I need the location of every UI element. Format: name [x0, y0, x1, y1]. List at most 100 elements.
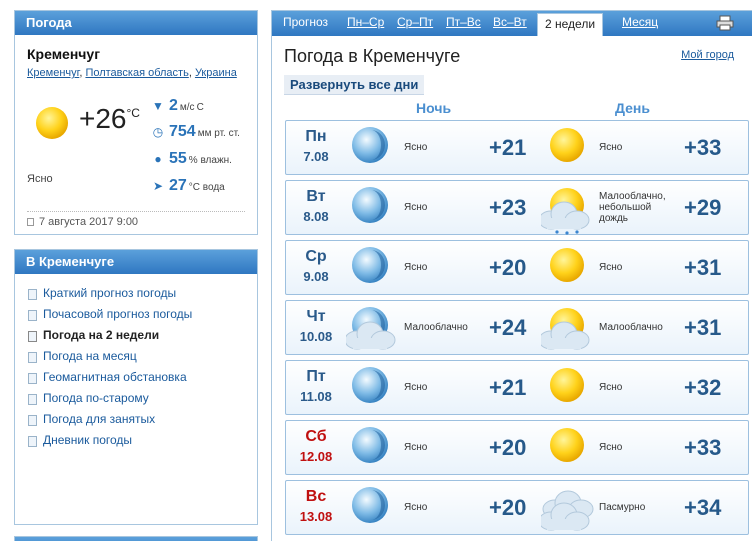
day-condition: Ясно — [599, 142, 623, 153]
sun-cloud-icon — [541, 308, 590, 350]
forecast-day-row[interactable]: Вс 13.08 Ясно +20 Пасмурно +34 — [285, 480, 749, 535]
city-menu-item[interactable]: Погода на месяц — [27, 346, 192, 367]
weekday: Чт — [306, 308, 326, 325]
breadcrumb-city[interactable]: Кременчуг — [27, 67, 79, 79]
moon-icon — [352, 247, 388, 283]
forecast-tabs: Прогноз Пн–Ср Ср–Пт Пт–Вс Вс–Вт 2 недели… — [272, 11, 752, 36]
weekday: Ср — [305, 248, 327, 265]
current-weather-header: Погода — [15, 11, 257, 35]
moon-icon — [352, 427, 388, 463]
city-menu-item[interactable]: Погода на 2 недели — [27, 325, 192, 346]
pressure-gauge-icon: ◷ — [152, 125, 164, 139]
forecast-title: Погода в Кременчуге — [284, 46, 461, 66]
moon-icon — [352, 127, 388, 163]
night-condition: Ясно — [404, 442, 428, 453]
moon-icon — [352, 367, 388, 403]
weekday: Сб — [305, 428, 327, 445]
sun-icon — [36, 107, 68, 139]
water-temp-readout: ➤ 27 °C вода — [152, 177, 225, 194]
date: 13.08 — [299, 509, 333, 524]
forecast-day-row[interactable]: Сб 12.08 Ясно +20 Ясно +33 — [285, 420, 749, 475]
night-temperature: +23 — [489, 195, 527, 220]
day-column-header: День — [615, 100, 650, 116]
tab-month[interactable]: Месяц — [622, 15, 658, 29]
forecast-day-row[interactable]: Пн 7.08 Ясно +21 Ясно +33 — [285, 120, 749, 175]
tab-wed-fri[interactable]: Ср–Пт — [397, 15, 433, 29]
night-temperature: +24 — [489, 315, 527, 340]
night-condition: Малооблачно — [404, 322, 468, 333]
day-condition: Ясно — [599, 442, 623, 453]
moon-icon — [352, 187, 388, 223]
date: 12.08 — [299, 449, 333, 464]
day-condition: Ясно — [599, 262, 623, 273]
tab-sun-tue[interactable]: Вс–Вт — [493, 15, 527, 29]
weekday: Вс — [305, 488, 327, 505]
updated-date: 7 августа 2017 9:00 — [27, 211, 245, 228]
night-condition: Ясно — [404, 382, 428, 393]
forecast-day-row[interactable]: Пт 11.08 Ясно +21 Ясно +32 — [285, 360, 749, 415]
day-temperature: +33 — [684, 435, 722, 460]
my-city-link[interactable]: Мой город — [681, 49, 734, 61]
city-menu-item[interactable]: Дневник погоды — [27, 430, 192, 451]
city-name: Кременчуг — [27, 46, 101, 62]
day-temperature: +31 — [684, 315, 722, 340]
clouds-icon — [541, 490, 594, 531]
city-menu-item[interactable]: Почасовой прогноз погоды — [27, 304, 192, 325]
weekday: Вт — [306, 188, 326, 205]
night-temperature: +21 — [489, 375, 527, 400]
breadcrumb: Кременчуг, Полтавская область, Украина — [27, 67, 237, 79]
humidity-readout: ● 55% влажн. — [151, 150, 232, 168]
bottom-panel — [14, 536, 258, 541]
pressure-readout: ◷ 754 мм рт. ст. — [152, 123, 240, 140]
day-temperature: +34 — [684, 495, 722, 520]
print-icon[interactable] — [716, 15, 734, 31]
day-temperature: +33 — [684, 135, 722, 160]
calendar-icon — [27, 218, 34, 226]
tabs-label: Прогноз — [283, 15, 329, 29]
city-menu-item[interactable]: Погода для занятых — [27, 409, 192, 430]
expand-all-days-button[interactable]: Развернуть все дни — [284, 75, 425, 95]
night-temperature: +20 — [489, 435, 527, 460]
sun-icon — [550, 248, 584, 282]
night-column-header: Ночь — [416, 100, 452, 116]
weekday: Пн — [305, 128, 327, 145]
city-menu-panel: В Кременчуге Краткий прогноз погоды Почас… — [14, 249, 258, 525]
day-temperature: +31 — [684, 255, 722, 280]
sun-icon — [550, 428, 584, 462]
city-menu-item[interactable]: Краткий прогноз погоды — [27, 283, 192, 304]
weekday: Пт — [306, 368, 326, 385]
city-menu-list: Краткий прогноз погоды Почасовой прогноз … — [27, 283, 192, 451]
wave-arrow-icon: ➤ — [152, 179, 164, 193]
sun-cloud-rain-icon — [541, 188, 590, 235]
date: 8.08 — [303, 209, 329, 224]
day-temperature: +29 — [684, 195, 722, 220]
city-menu-header: В Кременчуге — [15, 250, 257, 274]
wind-direction-icon: ▼ — [152, 99, 164, 113]
night-temperature: +21 — [489, 135, 527, 160]
current-temperature: +26°C — [79, 103, 140, 134]
date: 9.08 — [303, 269, 329, 284]
forecast-day-row[interactable]: Ср 9.08 Ясно +20 Ясно +31 — [285, 240, 749, 295]
tab-fri-sun[interactable]: Пт–Вс — [446, 15, 481, 29]
night-temperature: +20 — [489, 495, 527, 520]
moon-cloud-icon — [346, 307, 396, 350]
forecast-day-row[interactable]: Чт 10.08 Малооблачно +24 Малооблачно +31 — [285, 300, 749, 355]
forecast-day-row[interactable]: Вт 8.08 Ясно +23 Малооблачно, небольшой дожд… — [285, 180, 749, 235]
night-condition: Ясно — [404, 502, 428, 513]
day-condition: Ясно — [599, 382, 623, 393]
night-temperature: +20 — [489, 255, 527, 280]
breadcrumb-region[interactable]: Полтавская область — [85, 67, 188, 79]
night-condition: Ясно — [404, 142, 428, 153]
date: 7.08 — [303, 149, 329, 164]
day-condition: Малооблачно, небольшой дождь — [599, 191, 666, 224]
wind-readout: ▼ 2 м/с С — [152, 97, 204, 114]
date: 11.08 — [300, 389, 332, 404]
current-weather-panel: Погода Кременчуг Кременчуг, Полтавская о… — [14, 10, 258, 235]
date: 10.08 — [299, 329, 333, 344]
city-menu-item[interactable]: Геомагнитная обстановка — [27, 367, 192, 388]
tab-2-weeks[interactable]: 2 недели — [537, 13, 604, 36]
breadcrumb-country[interactable]: Украина — [195, 67, 237, 79]
city-menu-item[interactable]: Погода по-старому — [27, 388, 192, 409]
tab-mon-wed[interactable]: Пн–Ср — [347, 15, 384, 29]
bottom-panel-header — [15, 537, 257, 541]
